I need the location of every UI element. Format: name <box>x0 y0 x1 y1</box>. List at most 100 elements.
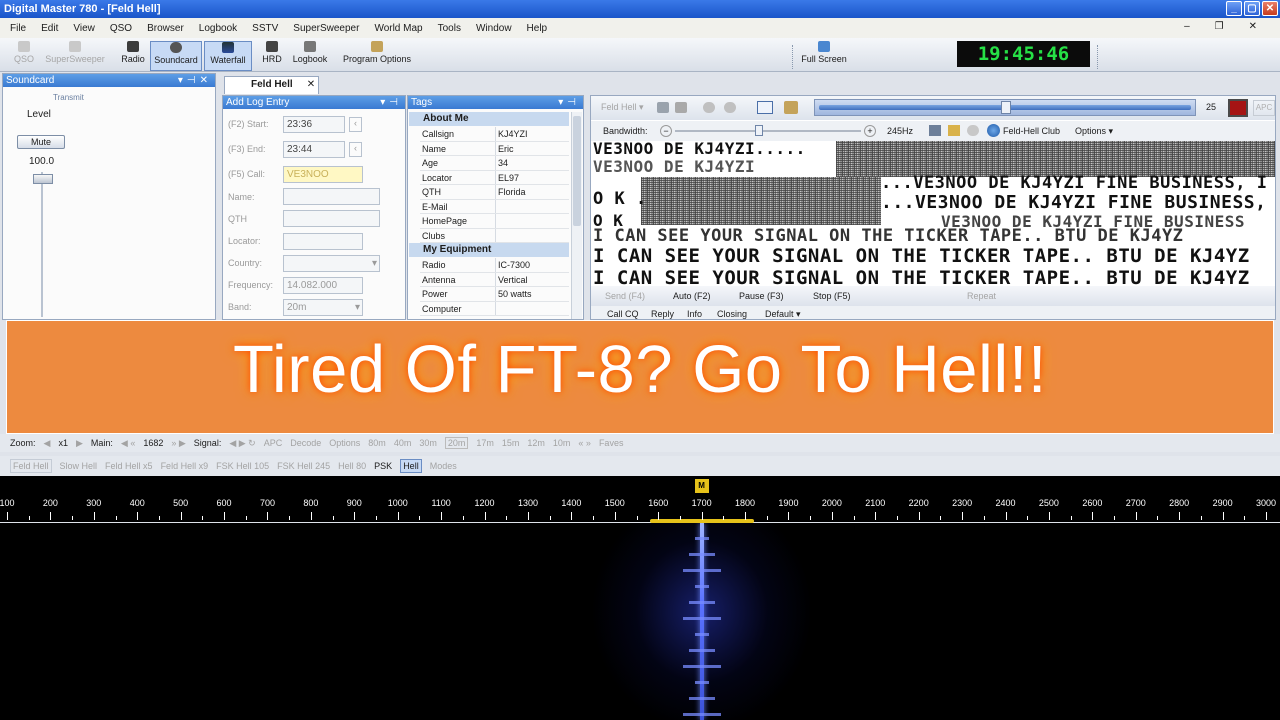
pause-button[interactable]: Pause (F3) <box>739 291 784 301</box>
maximize-button[interactable]: ▢ <box>1244 1 1260 16</box>
mdi-minimize-icon[interactable]: – <box>1184 21 1190 32</box>
menu-edit[interactable]: Edit <box>41 23 58 34</box>
menu-browser[interactable]: Browser <box>147 23 184 34</box>
menu-window[interactable]: Window <box>476 23 512 34</box>
faves-button[interactable]: Faves <box>599 438 624 448</box>
repeat-button[interactable]: Repeat <box>967 291 996 301</box>
logbook-button[interactable]: Logbook <box>290 41 330 71</box>
menu-sstv[interactable]: SSTV <box>252 23 278 34</box>
band-17m[interactable]: 17m <box>476 438 494 448</box>
level-slider-thumb[interactable] <box>33 174 53 184</box>
bandwidth-plus-button[interactable]: + <box>864 125 876 137</box>
band-select[interactable]: 20m ▾ <box>283 299 363 316</box>
waterfall-display[interactable] <box>0 523 1280 720</box>
mode-feld-hell-x9[interactable]: Feld Hell x9 <box>161 461 209 471</box>
feld-hell-club-link[interactable]: Feld-Hell Club <box>1003 126 1060 136</box>
tag-row[interactable]: Name Eric <box>420 141 569 156</box>
about-me-section[interactable]: About Me <box>409 112 569 126</box>
waterfall-button[interactable]: Waterfall <box>204 41 252 71</box>
tag-row[interactable]: Power 50 watts <box>420 287 569 302</box>
tag-row[interactable]: Antenna Vertical <box>420 272 569 287</box>
tag-row[interactable]: Callsign KJ4YZI <box>420 127 569 142</box>
window-layout-icon[interactable] <box>757 101 773 114</box>
macro-call-cq[interactable]: Call CQ <box>607 309 639 319</box>
qth-input[interactable] <box>283 210 380 227</box>
tag-row[interactable]: Locator EL97 <box>420 170 569 185</box>
eraser-icon[interactable] <box>967 125 979 136</box>
full-screen-button[interactable]: Full Screen <box>799 41 849 71</box>
zoom-next-icon[interactable]: ▶ <box>76 438 83 449</box>
menu-file[interactable]: File <box>10 23 26 34</box>
name-input[interactable] <box>283 188 380 205</box>
hrd-button[interactable]: HRD <box>261 41 283 71</box>
band-40m[interactable]: 40m <box>394 438 412 448</box>
band-nav-icon[interactable]: « » <box>578 438 591 448</box>
panel-controls-icon[interactable]: ▾⊣ <box>380 96 402 109</box>
tag-row[interactable]: HomePage <box>420 214 569 229</box>
end-now-button[interactable]: ‹ <box>349 142 362 157</box>
locator-input[interactable] <box>283 233 363 250</box>
zoom-prev-icon[interactable]: ◀ <box>44 438 51 449</box>
band-20m[interactable]: 20m <box>444 437 469 449</box>
panel-controls-icon[interactable]: ▾⊣ <box>558 96 580 109</box>
tags-scrollbar[interactable] <box>571 112 582 319</box>
auto-button[interactable]: Auto (F2) <box>673 291 711 301</box>
send-button[interactable]: Send (F4) <box>605 291 645 301</box>
apc-button[interactable]: APC <box>1253 100 1275 116</box>
macro-reply[interactable]: Reply <box>651 309 674 319</box>
globe-icon[interactable] <box>987 124 1000 137</box>
bandwidth-minus-button[interactable]: − <box>660 125 672 137</box>
signal-controls-icon[interactable]: ◀ ▶ ↻ <box>229 438 255 449</box>
tab-feld-hell[interactable]: Feld Hell ✕ <box>224 76 319 94</box>
level-slider-track[interactable] <box>41 172 43 317</box>
mode-hell-80[interactable]: Hell 80 <box>338 461 366 471</box>
main-prev-icon[interactable]: ◀ « <box>121 438 135 449</box>
panel-controls-icon[interactable]: ▾⊣✕ <box>178 74 212 87</box>
band-10m[interactable]: 10m <box>553 438 571 448</box>
mode-fsk-hell-245[interactable]: FSK Hell 245 <box>277 461 330 471</box>
bandwidth-slider-track[interactable] <box>675 130 861 132</box>
band-80m[interactable]: 80m <box>368 438 386 448</box>
end-time-input[interactable]: 23:44 <box>283 141 345 158</box>
call-input[interactable]: VE3NOO <box>283 166 363 183</box>
apc-toggle[interactable]: APC <box>264 438 283 448</box>
tag-row[interactable]: Computer <box>420 301 569 316</box>
eraser-icon[interactable] <box>703 102 715 113</box>
mode-fsk-hell-105[interactable]: FSK Hell 105 <box>216 461 269 471</box>
bandwidth-slider-thumb[interactable] <box>755 125 763 136</box>
radio-button[interactable]: Radio <box>117 41 149 71</box>
soundcard-button[interactable]: Soundcard <box>150 41 202 71</box>
modes-button[interactable]: Modes <box>430 461 457 471</box>
mute-button[interactable]: Mute <box>17 135 65 149</box>
decode-button[interactable]: Decode <box>290 438 321 448</box>
tag-row[interactable]: Age 34 <box>420 156 569 171</box>
frequency-scale[interactable]: M 100 200 300 400 500 600 700 800 900 1000 1100 120… <box>0 476 1280 523</box>
mode-feld-hell[interactable]: Feld Hell <box>10 459 52 473</box>
mode-psk[interactable]: PSK <box>374 461 392 471</box>
band-12m[interactable]: 12m <box>527 438 545 448</box>
macro-info[interactable]: Info <box>687 309 702 319</box>
frequency-marker[interactable]: M <box>694 479 709 493</box>
mode-slow-hell[interactable]: Slow Hell <box>60 461 98 471</box>
folder-icon[interactable] <box>948 125 960 136</box>
stop-button[interactable]: Stop (F5) <box>813 291 851 301</box>
mode-select[interactable]: Feld Hell ▾ <box>601 102 651 115</box>
close-button[interactable]: ✕ <box>1262 1 1278 16</box>
menu-world-map[interactable]: World Map <box>374 23 422 34</box>
start-time-input[interactable]: 23:36 <box>283 116 345 133</box>
frequency-input[interactable]: 14.082.000 <box>283 277 363 294</box>
supersweeper-button[interactable]: SuperSweeper <box>42 41 108 71</box>
macro-default[interactable]: Default ▾ <box>765 309 801 319</box>
bell-icon[interactable] <box>724 102 736 113</box>
mode-hell[interactable]: Hell <box>400 459 422 473</box>
country-select[interactable]: ▾ <box>283 255 380 272</box>
minimize-button[interactable]: _ <box>1226 1 1242 16</box>
menu-supersweeper[interactable]: SuperSweeper <box>293 23 359 34</box>
start-now-button[interactable]: ‹ <box>349 117 362 132</box>
macro-closing[interactable]: Closing <box>717 309 747 319</box>
menu-logbook[interactable]: Logbook <box>199 23 237 34</box>
settings-icon[interactable] <box>784 101 798 114</box>
options-menu[interactable]: Options ▾ <box>1075 126 1113 137</box>
main-next-icon[interactable]: » ▶ <box>171 438 185 449</box>
tag-row[interactable]: Clubs <box>420 228 569 243</box>
